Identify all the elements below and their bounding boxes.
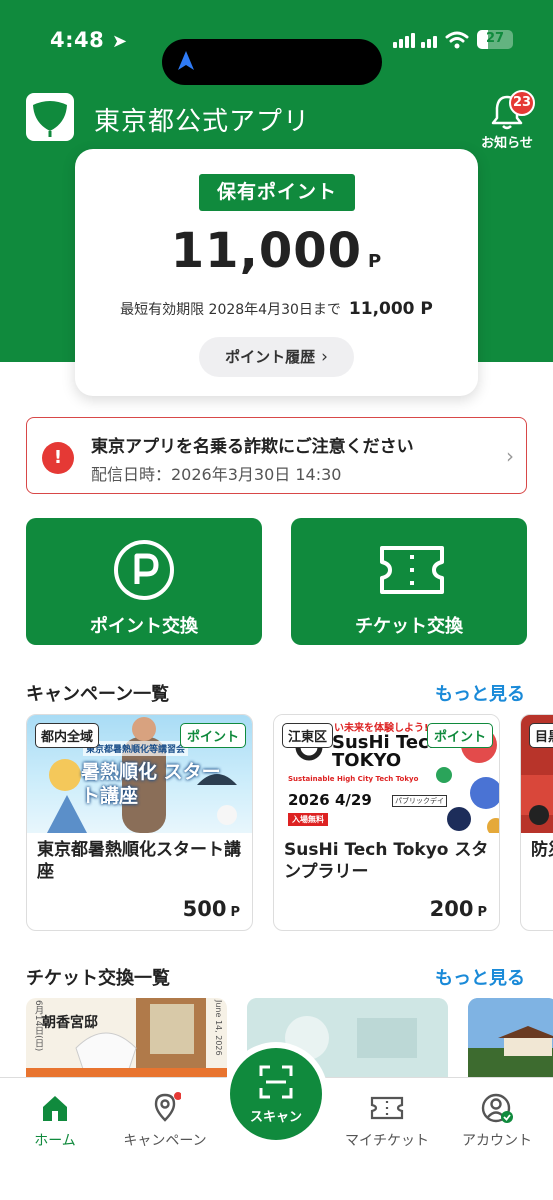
ticket-card[interactable]: 6月14日(日) 朝香宮邸 June 14, 2026 <box>26 998 227 1078</box>
campaign-image-title: SusHi Tech TOKYO <box>332 732 442 771</box>
campaign-points: 500 P <box>182 897 240 921</box>
ticket-icon <box>380 546 444 594</box>
status-bar: 4:48 ➤ 27 <box>0 22 553 85</box>
point-history-button[interactable]: ポイント履歴 › <box>199 337 354 377</box>
ticket-image <box>468 998 553 1078</box>
points-label: 保有ポイント <box>199 174 355 211</box>
home-icon <box>43 1096 67 1121</box>
nav-account[interactable]: アカウント <box>442 1092 552 1150</box>
ticket-exchange-button[interactable]: チケット交換 <box>291 518 527 645</box>
points-expiry: 最短有効期限 2028年4月30日まで 11,000 P <box>120 299 433 319</box>
app-title: 東京都公式アプリ <box>94 107 311 137</box>
scan-label: スキャン <box>249 1110 302 1125</box>
campaign-image-subtitle: Sustainable High City Tech Tokyo <box>288 775 419 783</box>
nav-home[interactable]: ホーム <box>0 1092 110 1150</box>
campaign-name: 東京都暑熱順化スタート講座 <box>37 840 241 882</box>
campaign-name: 防災 <box>531 840 553 860</box>
campaign-more-link[interactable]: もっと見る <box>435 680 525 706</box>
campaign-card[interactable]: い未来を体験しよう!! SusHi Tech TOKYO Sustainable… <box>273 714 500 931</box>
dynamic-island <box>162 39 382 85</box>
cellular-signal-icon <box>393 32 437 48</box>
notification-count-badge: 23 <box>509 90 535 116</box>
alert-date: 配信日時：2026年3月30日 14:30 <box>91 465 342 484</box>
exclamation-icon: ! <box>42 442 74 474</box>
ticket-icon <box>370 1096 404 1120</box>
campaign-card[interactable]: 目黒 防災 <box>520 714 553 931</box>
notifications-button[interactable]: 23 お知らせ <box>477 88 537 151</box>
chevron-right-icon: › <box>321 347 328 367</box>
region-badge: 目黒 <box>529 723 553 748</box>
points-tag: ポイント <box>179 723 246 748</box>
campaign-image-title: 暑熱順化 スタート講座 <box>81 761 221 807</box>
points-card: 保有ポイント 11,000 P 最短有効期限 2028年4月30日まで 11,000… <box>75 149 478 396</box>
chevron-right-icon: › <box>506 444 514 468</box>
campaign-image-date: 2026 4/29 <box>288 791 372 809</box>
ginkgo-leaf-icon <box>33 101 67 137</box>
region-badge: 江東区 <box>282 723 334 748</box>
ticket-section-title: チケット交換一覧 <box>26 968 170 989</box>
scan-icon <box>259 1065 293 1099</box>
ticket-image-side: June 14, 2026 <box>214 1000 223 1056</box>
campaign-image-extra: パブリックデイ <box>392 795 447 807</box>
location-arrow-icon: ➤ <box>112 31 128 52</box>
fraud-warning-banner[interactable]: ! 東京アプリを名乗る詐欺にご注意ください 配信日時：2026年3月30日 14… <box>26 417 527 494</box>
campaign-name: SusHi Tech Tokyo スタンプラリー <box>284 840 489 882</box>
point-exchange-label: ポイント交換 <box>90 616 198 637</box>
campaign-points: 200 P <box>429 897 487 921</box>
ticket-image-title: 朝香宮邸 <box>42 1015 98 1031</box>
nav-my-ticket[interactable]: マイチケット <box>332 1092 442 1150</box>
notifications-label: お知らせ <box>481 136 533 151</box>
scan-button[interactable]: スキャン <box>230 1048 322 1140</box>
alert-title: 東京アプリを名乗る詐欺にご注意ください <box>91 437 414 457</box>
battery-icon: 27 <box>477 30 513 49</box>
ticket-image <box>26 998 227 1078</box>
point-coin-icon <box>114 540 174 600</box>
navigation-arrow-icon <box>178 51 194 70</box>
campaign-image-free: 入場無料 <box>288 813 328 826</box>
campaign-section-title: キャンペーン一覧 <box>26 684 170 705</box>
point-exchange-button[interactable]: ポイント交換 <box>26 518 262 645</box>
map-pin-icon <box>154 1092 181 1122</box>
account-icon <box>481 1093 513 1123</box>
battery-level: 27 <box>485 31 505 46</box>
points-tag: ポイント <box>426 723 493 748</box>
wifi-icon <box>445 31 469 48</box>
region-badge: 都内全域 <box>35 723 100 748</box>
nav-campaign[interactable]: キャンペーン <box>110 1092 220 1150</box>
campaign-card[interactable]: 東京都暑熱順化等講習会 暑熱順化 スタート講座 都内全域 ポイント 東京都暑熱順… <box>26 714 253 931</box>
points-balance: 11,000 P <box>170 223 383 279</box>
ticket-more-link[interactable]: もっと見る <box>435 964 525 990</box>
ticket-exchange-label: チケット交換 <box>355 616 463 637</box>
tokyo-logo <box>26 93 74 141</box>
status-time: 4:48 ➤ <box>50 28 128 52</box>
ticket-card[interactable] <box>468 998 553 1078</box>
